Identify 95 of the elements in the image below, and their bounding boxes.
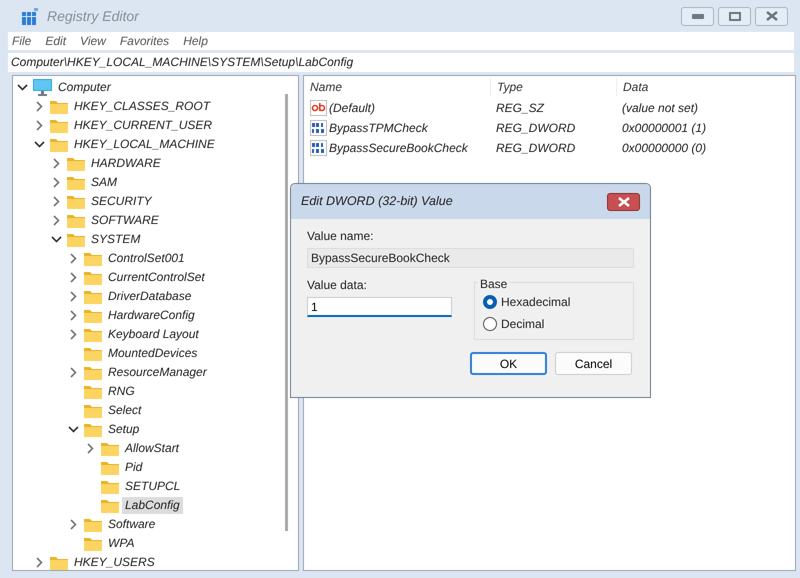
tree-item[interactable]: RNG — [105, 383, 138, 400]
folder-icon — [84, 403, 102, 418]
value-data: 0x00000001 (1) — [621, 120, 706, 137]
radio-button[interactable] — [483, 317, 497, 331]
value-name[interactable]: BypassTPMCheck — [329, 119, 428, 137]
dialog-button[interactable]: Cancel — [555, 352, 632, 375]
binary-value-icon — [310, 120, 327, 136]
menu-item[interactable]: Edit — [45, 32, 66, 50]
address-bar[interactable]: Computer\HKEY_LOCAL_MACHINE\SYSTEM\Setup\LabConfig — [8, 53, 794, 72]
value-name-field: BypassSecureBookCheck — [307, 248, 634, 268]
folder-icon — [84, 251, 102, 266]
dialog-button[interactable]: OK — [470, 352, 547, 375]
registry-icon — [22, 8, 39, 24]
menu-item[interactable]: Favorites — [120, 32, 170, 50]
folder-icon — [50, 118, 68, 133]
folder-icon — [67, 213, 85, 228]
column-header[interactable]: Name — [304, 78, 490, 96]
folder-icon — [67, 232, 85, 247]
tree-item[interactable]: Pid — [122, 459, 146, 476]
tree-item[interactable]: SETUPCL — [122, 478, 184, 495]
folder-icon — [84, 384, 102, 399]
tree-item[interactable]: ControlSet001 — [105, 250, 188, 267]
folder-icon — [84, 346, 102, 361]
string-value-icon — [310, 100, 327, 116]
tree-item[interactable]: Setup — [105, 421, 142, 438]
tree-item[interactable]: LabConfig — [122, 497, 183, 514]
tree-item[interactable]: DriverDatabase — [105, 288, 194, 305]
close-icon — [766, 11, 778, 21]
menu-item[interactable]: Help — [183, 32, 208, 50]
tree-item[interactable]: HKEY_LOCAL_MACHINE — [71, 136, 218, 153]
value-data: 0x00000000 (0) — [621, 140, 706, 157]
value-type: REG_DWORD — [495, 120, 576, 137]
folder-icon — [84, 365, 102, 380]
tree-item[interactable]: SOFTWARE — [88, 212, 162, 229]
tree-item[interactable]: CurrentControlSet — [105, 269, 208, 286]
maximize-button[interactable] — [718, 6, 751, 26]
tree-item[interactable]: Computer — [55, 79, 114, 96]
binary-value-icon — [310, 140, 327, 156]
folder-icon — [84, 308, 102, 323]
tree-item[interactable]: Keyboard Layout — [105, 326, 202, 343]
folder-icon — [67, 156, 85, 171]
folder-icon — [50, 555, 68, 570]
tree-item[interactable]: HardwareConfig — [105, 307, 198, 324]
tree-item[interactable]: HKEY_CLASSES_ROOT — [71, 98, 214, 115]
folder-icon — [84, 422, 102, 437]
folder-icon — [50, 137, 68, 152]
tree-item[interactable]: HARDWARE — [88, 155, 164, 172]
folder-icon — [84, 536, 102, 551]
value-data: (value not set) — [621, 100, 698, 117]
folder-icon — [50, 99, 68, 114]
tree-item[interactable]: SECURITY — [88, 193, 155, 210]
field-label: Value data: — [307, 277, 368, 294]
close-button[interactable] — [755, 6, 788, 26]
value-name[interactable]: (Default) — [329, 99, 376, 117]
folder-icon — [84, 327, 102, 342]
computer-icon — [33, 79, 52, 96]
menu-item[interactable]: View — [80, 32, 106, 50]
folder-icon — [101, 479, 119, 494]
value-name[interactable]: BypassSecureBookCheck — [329, 139, 468, 157]
tree-item[interactable]: SAM — [88, 174, 120, 191]
tree-item[interactable]: HKEY_CURRENT_USER — [71, 117, 216, 134]
radio-label[interactable]: Hexadecimal — [501, 293, 570, 311]
field-label: Value name: — [307, 228, 374, 245]
value-type: REG_SZ — [495, 100, 546, 117]
tree-item[interactable]: ResourceManager — [105, 364, 210, 381]
tree-item[interactable]: MountedDevices — [105, 345, 200, 362]
folder-icon — [101, 441, 119, 456]
menu-item[interactable]: File — [12, 32, 32, 50]
folder-icon — [67, 194, 85, 209]
tree-item[interactable]: AllowStart — [122, 440, 182, 457]
dialog-title: Edit DWORD (32-bit) Value — [301, 193, 453, 210]
tree-item[interactable]: Select — [105, 402, 144, 419]
folder-icon — [101, 498, 119, 513]
value-type: REG_DWORD — [495, 140, 576, 157]
radio-button[interactable] — [483, 295, 497, 309]
minimize-icon — [692, 14, 704, 18]
scrollbar[interactable] — [285, 94, 288, 531]
folder-icon — [84, 289, 102, 304]
folder-icon — [67, 175, 85, 190]
radio-label[interactable]: Decimal — [501, 315, 544, 333]
folder-icon — [84, 270, 102, 285]
folder-icon — [101, 460, 119, 475]
folder-icon — [84, 517, 102, 532]
maximize-icon — [728, 12, 740, 20]
value-data-field[interactable]: 1 — [307, 297, 452, 317]
window-title: Registry Editor — [47, 6, 139, 26]
close-icon — [618, 196, 630, 206]
tree-item[interactable]: SYSTEM — [88, 231, 144, 248]
minimize-button[interactable] — [681, 6, 714, 26]
column-header[interactable]: Type — [490, 78, 616, 96]
tree-item[interactable]: WPA — [105, 535, 138, 552]
tree-item[interactable]: Software — [105, 516, 158, 533]
close-button[interactable] — [607, 192, 640, 210]
tree-item[interactable]: HKEY_USERS — [71, 554, 158, 570]
column-header[interactable]: Data — [616, 78, 648, 96]
